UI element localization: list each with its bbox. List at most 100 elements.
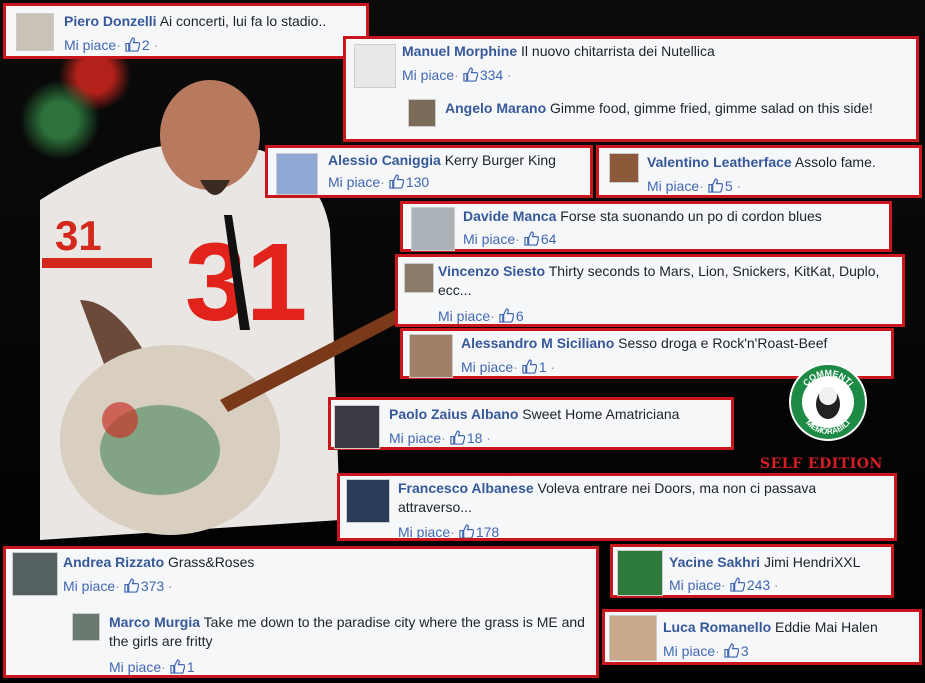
thumbs-up-icon (459, 524, 475, 538)
avatar[interactable] (617, 550, 663, 596)
author-name[interactable]: Francesco Albanese (398, 480, 534, 496)
author-name[interactable]: Angelo Marano (445, 100, 546, 116)
avatar[interactable] (354, 44, 396, 88)
like-count[interactable]: 1 (539, 359, 547, 375)
avatar[interactable] (16, 13, 54, 51)
comment-card: Piero Donzelli Ai concerti, lui fa lo st… (3, 3, 369, 59)
comment-card: Andrea Rizzato Grass&Roses Mi piace· 373 … (3, 546, 599, 678)
comment-card: Manuel Morphine Il nuovo chitarrista dei… (343, 36, 919, 142)
like-count[interactable]: 243 (747, 577, 770, 593)
like-count[interactable]: 64 (541, 231, 557, 247)
avatar[interactable] (609, 153, 639, 183)
comment-meta: Mi piace· 64 (463, 231, 557, 247)
comment-meta: Mi piace· 2 · (64, 37, 159, 53)
comment-text: Paolo Zaius Albano Sweet Home Amatrician… (389, 405, 729, 424)
self-edition-label: SELF EDITION (760, 456, 883, 472)
comment-text: Alessio Caniggia Kerry Burger King (328, 151, 588, 170)
thumbs-up-icon (124, 578, 140, 593)
avatar[interactable] (334, 405, 380, 449)
like-link[interactable]: Mi piace (109, 659, 161, 675)
comment-body: Ai concerti, lui fa lo stadio.. (159, 13, 327, 29)
comment-card: Paolo Zaius Albano Sweet Home Amatrician… (328, 397, 734, 450)
like-count[interactable]: 373 (141, 578, 164, 594)
author-name[interactable]: Alessandro M Siciliano (461, 335, 614, 351)
like-link[interactable]: Mi piace (438, 308, 490, 324)
like-link[interactable]: Mi piace (647, 178, 699, 194)
avatar[interactable] (346, 479, 390, 523)
comment-meta: Mi piace· 3 (663, 643, 749, 659)
like-link[interactable]: Mi piace (398, 524, 450, 538)
like-count[interactable]: 1 (187, 659, 195, 675)
comment-text: Davide Manca Forse sta suonando un po di… (463, 207, 888, 226)
comment-text: Yacine Sakhri Jimi HendriXXL (669, 553, 894, 572)
comment-body: Grass&Roses (168, 554, 255, 570)
thumbs-up-icon (730, 577, 746, 592)
reply-text: Angelo Marano Gimme food, gimme fried, g… (445, 99, 915, 118)
comment-body: Sesso droga e Rock'n'Roast-Beef (618, 335, 828, 351)
comment-body: Gimme food, gimme fried, gimme salad on … (550, 100, 873, 116)
author-name[interactable]: Alessio Caniggia (328, 152, 441, 168)
like-count[interactable]: 6 (516, 308, 524, 324)
like-link[interactable]: Mi piace (63, 578, 115, 594)
author-name[interactable]: Valentino Leatherface (647, 154, 792, 170)
author-name[interactable]: Yacine Sakhri (669, 554, 760, 570)
comment-meta: Mi piace· 18 · (389, 430, 491, 446)
avatar[interactable] (276, 153, 318, 195)
like-link[interactable]: Mi piace (328, 174, 380, 190)
comment-body: Jimi HendriXXL (763, 554, 861, 570)
comment-body: Assolo fame. (794, 154, 876, 170)
thumbs-up-icon (499, 308, 515, 323)
thumbs-up-icon (389, 174, 405, 189)
comment-card: Francesco Albanese Voleva entrare nei Do… (337, 473, 897, 541)
comment-body: Eddie Mai Halen (775, 619, 878, 635)
like-count[interactable]: 178 (476, 524, 499, 538)
reply-avatar[interactable] (408, 99, 436, 127)
like-count[interactable]: 130 (406, 174, 429, 190)
comment-meta: Mi piace· 1 · (461, 359, 556, 375)
svg-text:31: 31 (55, 212, 102, 259)
comment-text: Alessandro M Siciliano Sesso droga e Roc… (461, 334, 891, 353)
like-link[interactable]: Mi piace (463, 231, 515, 247)
like-count[interactable]: 3 (741, 643, 749, 659)
author-name[interactable]: Luca Romanello (663, 619, 771, 635)
avatar[interactable] (404, 263, 434, 293)
author-name[interactable]: Davide Manca (463, 208, 556, 224)
comment-card: Alessio Caniggia Kerry Burger King Mi pi… (265, 145, 593, 198)
thumbs-up-icon (125, 37, 141, 52)
comment-meta: Mi piace· 1 (109, 659, 195, 675)
comment-meta: Mi piace· 243 · (669, 577, 779, 593)
comment-body: Sweet Home Amatriciana (522, 406, 680, 422)
avatar[interactable] (411, 207, 455, 251)
like-count[interactable]: 334 (480, 67, 503, 83)
thumbs-up-icon (463, 67, 479, 82)
like-count[interactable]: 5 (725, 178, 733, 194)
like-link[interactable]: Mi piace (64, 37, 116, 53)
like-count[interactable]: 2 (142, 37, 150, 53)
comment-body: Il nuovo chitarrista dei Nutellica (521, 43, 715, 59)
author-name[interactable]: Paolo Zaius Albano (389, 406, 518, 422)
comment-card: Yacine Sakhri Jimi HendriXXL Mi piace· 24… (610, 544, 894, 598)
comment-card: Valentino Leatherface Assolo fame. Mi pi… (596, 145, 922, 198)
avatar[interactable] (609, 615, 657, 661)
comment-meta: Mi piace· 373 · (63, 578, 173, 594)
like-link[interactable]: Mi piace (663, 643, 715, 659)
author-name[interactable]: Vincenzo Siesto (438, 263, 545, 279)
comment-meta: Mi piace· 178 (398, 524, 500, 538)
comment-text: Manuel Morphine Il nuovo chitarrista dei… (402, 42, 902, 61)
like-link[interactable]: Mi piace (669, 577, 721, 593)
avatar[interactable] (12, 552, 58, 596)
author-name[interactable]: Manuel Morphine (402, 43, 517, 59)
thumbs-up-icon (708, 178, 724, 193)
author-name[interactable]: Marco Murgia (109, 614, 200, 630)
like-link[interactable]: Mi piace (461, 359, 513, 375)
comment-meta: Mi piace· 334 · (402, 67, 512, 83)
avatar[interactable] (409, 334, 453, 378)
author-name[interactable]: Piero Donzelli (64, 13, 157, 29)
comment-text: Piero Donzelli Ai concerti, lui fa lo st… (64, 12, 364, 31)
author-name[interactable]: Andrea Rizzato (63, 554, 164, 570)
reply-avatar[interactable] (72, 613, 100, 641)
comment-meta: Mi piace· 6 (438, 308, 524, 324)
like-link[interactable]: Mi piace (402, 67, 454, 83)
like-count[interactable]: 18 (467, 430, 483, 446)
like-link[interactable]: Mi piace (389, 430, 441, 446)
